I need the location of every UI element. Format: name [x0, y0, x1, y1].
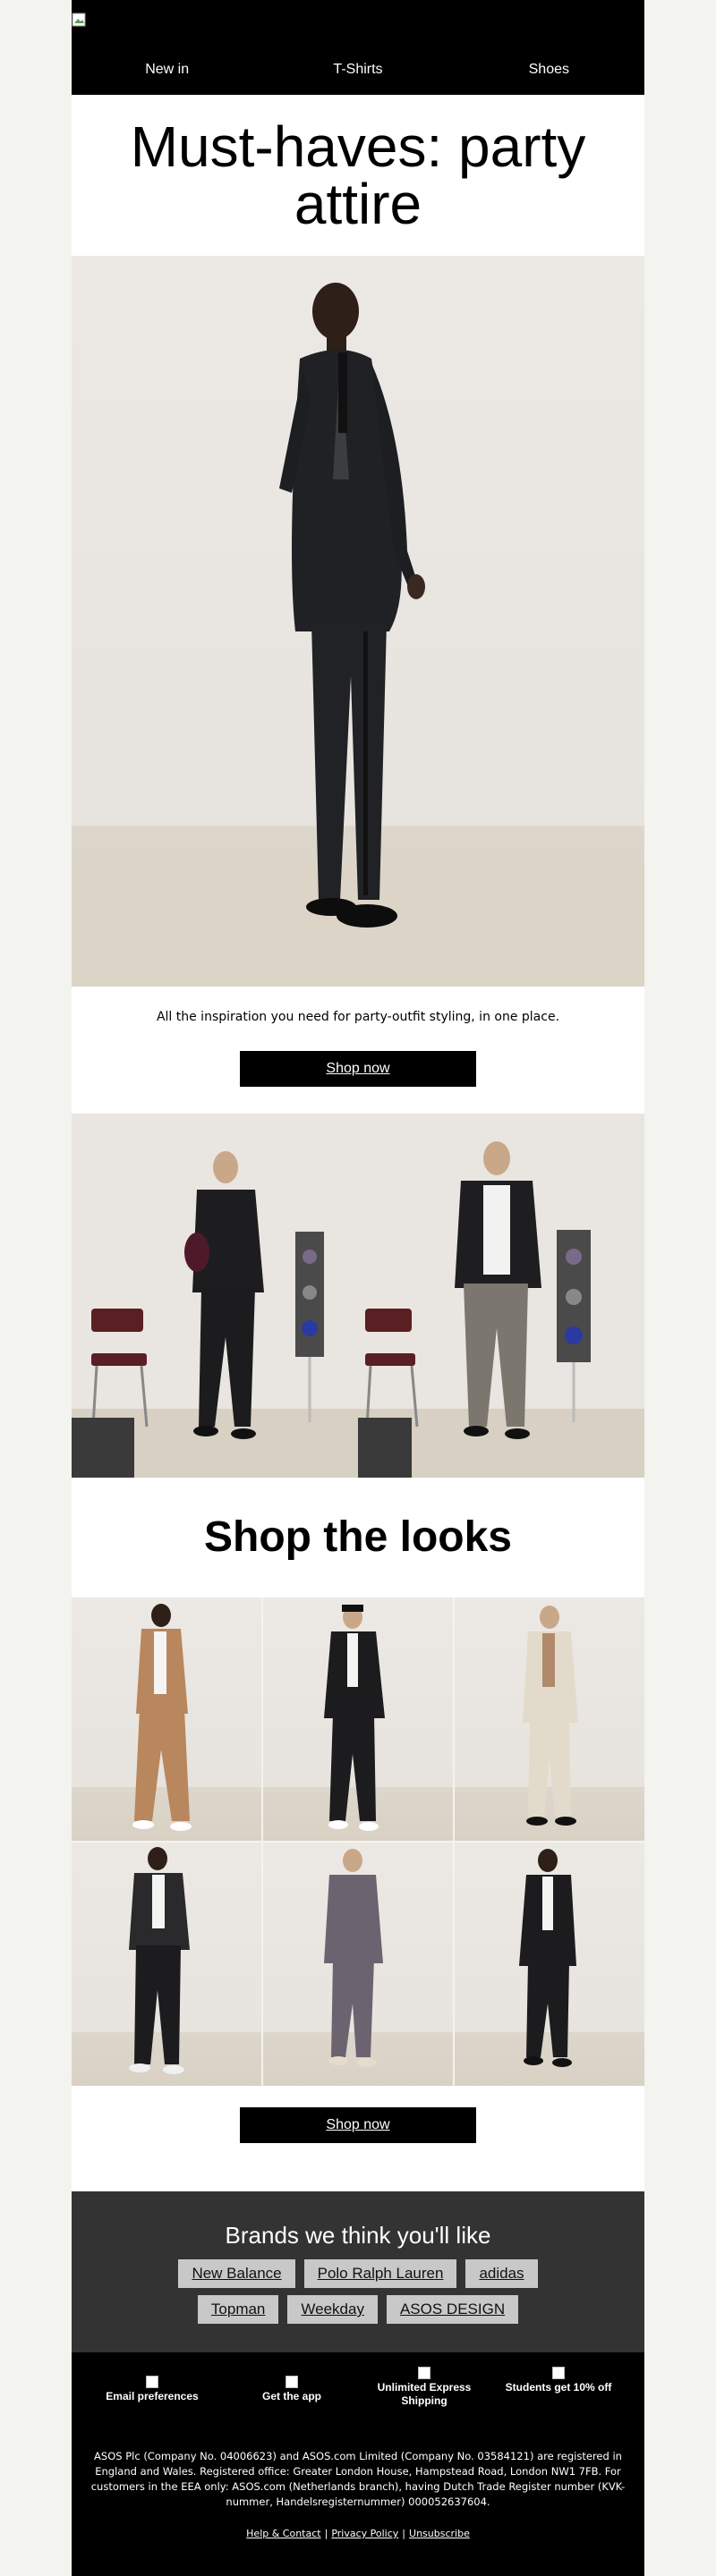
brands-section: Brands we think you'll like New Balance …: [72, 2191, 644, 2352]
look-photo-left[interactable]: [72, 1114, 358, 1478]
looks-grid: [72, 1597, 644, 2086]
email-footer: Email preferences Get the app Unlimited …: [72, 2352, 644, 2576]
looks-cta-section: Shop now: [72, 2086, 644, 2191]
model-leather-jacket-illustration: [358, 1141, 644, 1478]
feature-email-preferences[interactable]: Email preferences: [90, 2376, 215, 2403]
look-tile-5[interactable]: [263, 1843, 453, 2086]
model-in-suit-illustration: [72, 283, 644, 987]
hero-title: Must-haves: party attire: [130, 114, 586, 236]
footer-features: Email preferences Get the app Unlimited …: [72, 2367, 644, 2438]
nav-new-in[interactable]: New in: [72, 61, 262, 79]
look-tile-6[interactable]: [455, 1843, 644, 2086]
brand-pill-adidas[interactable]: adidas: [465, 2259, 538, 2288]
look-tile-3[interactable]: [455, 1597, 644, 1841]
link-separator: |: [324, 2528, 328, 2539]
brands-title: Brands we think you'll like: [225, 2222, 491, 2249]
shop-now-button-2[interactable]: Shop now: [240, 2107, 476, 2143]
shop-now-button[interactable]: Shop now: [240, 1051, 476, 1087]
brand-pill-polo-ralph-lauren[interactable]: Polo Ralph Lauren: [303, 2259, 457, 2288]
top-nav: New in T-Shirts Shoes: [72, 61, 644, 79]
brand-pill-weekday[interactable]: Weekday: [287, 2295, 378, 2324]
brand-pill-new-balance[interactable]: New Balance: [178, 2259, 295, 2288]
feature-unlimited-express-shipping[interactable]: Unlimited Express Shipping: [362, 2367, 487, 2408]
look-photo-right[interactable]: [358, 1114, 644, 1478]
phone-app-icon: [286, 2376, 298, 2388]
hero-title-section: Must-haves: party attire: [72, 95, 644, 256]
feature-label: Unlimited Express Shipping: [377, 2381, 472, 2407]
nav-t-shirts[interactable]: T-Shirts: [262, 61, 453, 79]
model-tan-suit-illustration: [132, 1604, 192, 1831]
student-icon: [552, 2367, 565, 2379]
privacy-policy-link[interactable]: Privacy Policy: [331, 2528, 398, 2539]
legal-text: ASOS Plc (Company No. 04006623) and ASOS…: [90, 2450, 626, 2508]
broken-image-icon: [72, 13, 86, 27]
feature-label: Get the app: [261, 2390, 321, 2402]
intro-section: All the inspiration you need for party-o…: [72, 987, 644, 1114]
feature-students-discount[interactable]: Students get 10% off: [496, 2367, 621, 2394]
email-header: New in T-Shirts Shoes: [72, 0, 644, 95]
intro-text: All the inspiration you need for party-o…: [156, 1010, 560, 1024]
shop-the-looks-title: Shop the looks: [203, 1513, 512, 1561]
model-dark-jacket-illustration: [129, 1847, 190, 2074]
link-separator: |: [402, 2528, 406, 2539]
footer-links: Help & Contact | Privacy Policy | Unsubscrib…: [72, 2528, 644, 2539]
email-preferences-icon: [146, 2376, 158, 2388]
brands-row-1: New Balance Polo Ralph Lauren adidas: [72, 2259, 644, 2288]
brand-pill-asos-design[interactable]: ASOS DESIGN: [386, 2295, 519, 2324]
nav-shoes[interactable]: Shoes: [454, 61, 644, 79]
brands-row-2: Topman Weekday ASOS DESIGN: [72, 2295, 644, 2324]
hero-photo[interactable]: [72, 256, 644, 987]
model-black-suit-cap-illustration: [324, 1605, 385, 1831]
look-tile-1[interactable]: [72, 1597, 261, 1841]
shop-the-looks-section: Shop the looks: [72, 1478, 644, 1597]
help-contact-link[interactable]: Help & Contact: [246, 2528, 320, 2539]
model-grey-suit-illustration: [324, 1849, 383, 2067]
feature-get-the-app[interactable]: Get the app: [229, 2376, 354, 2403]
model-with-bag-illustration: [72, 1151, 358, 1478]
look-tile-4[interactable]: [72, 1843, 261, 2086]
email-container: New in T-Shirts Shoes Must-haves: party …: [72, 0, 644, 2576]
unsubscribe-link[interactable]: Unsubscribe: [409, 2528, 470, 2539]
feature-label: Email preferences: [106, 2390, 199, 2402]
delivery-truck-icon: [418, 2367, 430, 2379]
brand-pill-topman[interactable]: Topman: [197, 2295, 279, 2324]
model-cream-suit-illustration: [523, 1606, 578, 1826]
look-tile-2[interactable]: [263, 1597, 453, 1841]
model-black-suit-illustration: [519, 1849, 576, 2067]
feature-label: Students get 10% off: [505, 2381, 612, 2394]
